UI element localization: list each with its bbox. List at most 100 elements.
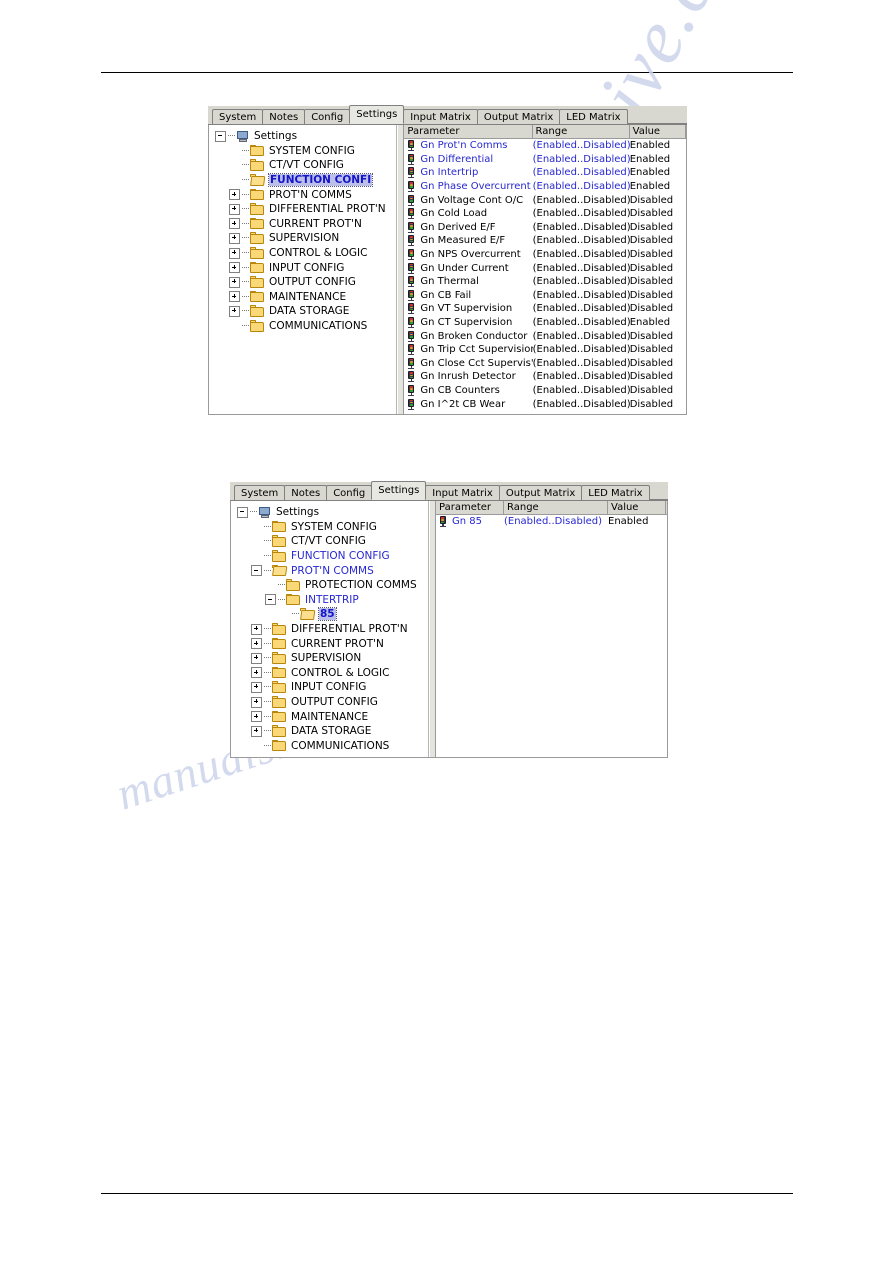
column-header-parameter[interactable]: Parameter (436, 501, 504, 514)
tree-node[interactable]: INPUT CONFIG (237, 680, 428, 695)
value-cell[interactable]: Disabled (630, 358, 686, 369)
tree-node[interactable]: CONTROL & LOGIC (237, 666, 428, 681)
expand-icon[interactable] (251, 725, 262, 737)
parameter-row[interactable]: Gn Trip Cct Supervision (Enabled..Disable… (404, 343, 686, 357)
value-cell[interactable]: Disabled (630, 371, 686, 382)
tab-input-matrix[interactable]: Input Matrix (425, 485, 500, 500)
column-header-range[interactable]: Range (504, 501, 608, 514)
tree-node[interactable]: INTERTRIP (237, 593, 428, 608)
expand-icon[interactable] (229, 203, 240, 215)
tree-node[interactable]: FUNCTION CONFIG (237, 549, 428, 564)
tree-node[interactable]: CT/VT CONFIG (237, 534, 428, 549)
settings-tree-2[interactable]: Settings SYSTEM CONFIG CT/VT CONFIG FUNCTIO… (231, 501, 428, 753)
tree-node[interactable]: INPUT CONFIG (215, 260, 396, 275)
pane-splitter-2[interactable] (429, 501, 436, 757)
expand-icon[interactable] (251, 681, 262, 693)
tree-node[interactable]: SYSTEM CONFIG (215, 144, 396, 159)
value-cell[interactable]: Enabled (630, 181, 686, 192)
parameter-row[interactable]: Gn Broken Conductor (Enabled..Disabled) Di… (404, 329, 686, 343)
expand-icon[interactable] (251, 667, 262, 679)
tree-node[interactable]: OUTPUT CONFIG (215, 275, 396, 290)
tree-node[interactable]: CURRENT PROT'N (215, 217, 396, 232)
parameter-row[interactable]: Gn Differential (Enabled..Disabled) Enable… (404, 153, 686, 167)
tree-node[interactable]: Settings (237, 505, 428, 520)
settings-tree-1[interactable]: Settings SYSTEM CONFIG CT/VT CONFIG FUNCTIO… (209, 125, 396, 333)
tree-node[interactable]: PROTECTION COMMS (237, 578, 428, 593)
parameter-row[interactable]: Gn CB Counters (Enabled..Disabled) Disable… (404, 384, 686, 398)
tree-node[interactable]: DATA STORAGE (215, 304, 396, 319)
parameter-row[interactable]: Gn CB Fail (Enabled..Disabled) Disabled (404, 289, 686, 303)
parameter-row[interactable]: Gn 85 (Enabled..Disabled) Enabled (436, 515, 667, 529)
value-cell[interactable]: Disabled (630, 399, 686, 410)
tab-config[interactable]: Config (326, 485, 373, 500)
tab-system[interactable]: System (234, 485, 286, 500)
pane-splitter-1[interactable] (397, 125, 405, 414)
value-cell[interactable]: Disabled (630, 249, 686, 260)
expand-icon[interactable] (229, 232, 240, 244)
tab-config[interactable]: Config (304, 109, 351, 124)
parameter-row[interactable]: Gn Cold Load (Enabled..Disabled) Disabled (404, 207, 686, 221)
value-cell[interactable]: Disabled (630, 344, 686, 355)
tree-node[interactable]: PROT'N COMMS (237, 563, 428, 578)
expand-icon[interactable] (229, 276, 240, 288)
tab-notes[interactable]: Notes (262, 109, 306, 124)
parameter-row[interactable]: Gn CT Supervision (Enabled..Disabled) Enab… (404, 316, 686, 330)
tree-node[interactable]: 85 (237, 607, 428, 622)
tab-system[interactable]: System (212, 109, 264, 124)
value-cell[interactable]: Disabled (630, 331, 686, 342)
tree-node[interactable]: COMMUNICATIONS (237, 739, 428, 754)
value-cell[interactable]: Enabled (630, 154, 686, 165)
expand-icon[interactable] (251, 623, 262, 635)
tab-input-matrix[interactable]: Input Matrix (403, 109, 478, 124)
tree-node[interactable]: SYSTEM CONFIG (237, 520, 428, 535)
parameter-row[interactable]: Gn Thermal (Enabled..Disabled) Disabled (404, 275, 686, 289)
tree-node[interactable]: PROT'N COMMS (215, 187, 396, 202)
column-header-value[interactable]: Value (608, 501, 666, 514)
tree-node[interactable]: DIFFERENTIAL PROT'N (215, 202, 396, 217)
parameter-row[interactable]: Gn I^2t CB Wear (Enabled..Disabled) Disabl… (404, 397, 686, 411)
expand-icon[interactable] (251, 711, 262, 723)
tree-node[interactable]: SUPERVISION (237, 651, 428, 666)
expand-icon[interactable] (229, 291, 240, 303)
tab-notes[interactable]: Notes (284, 485, 328, 500)
parameter-row[interactable]: Gn Prot'n Comms (Enabled..Disabled) Enable… (404, 139, 686, 153)
expand-icon[interactable] (251, 696, 262, 708)
expand-icon[interactable] (251, 652, 262, 664)
parameter-row[interactable]: Gn Under Current (Enabled..Disabled) Disab… (404, 261, 686, 275)
value-cell[interactable]: Disabled (630, 303, 686, 314)
parameter-row[interactable]: Gn Measured E/F (Enabled..Disabled) Disabl… (404, 234, 686, 248)
value-cell[interactable]: Disabled (630, 195, 686, 206)
value-cell[interactable]: Disabled (630, 276, 686, 287)
expand-icon[interactable] (229, 189, 240, 201)
collapse-icon[interactable] (215, 130, 226, 142)
tree-node[interactable]: DATA STORAGE (237, 724, 428, 739)
expand-icon[interactable] (229, 305, 240, 317)
tree-node[interactable]: DIFFERENTIAL PROT'N (237, 622, 428, 637)
expand-icon[interactable] (229, 247, 240, 259)
tab-led-matrix[interactable]: LED Matrix (559, 109, 628, 124)
tree-node[interactable]: MAINTENANCE (237, 709, 428, 724)
tree-node[interactable]: OUTPUT CONFIG (237, 695, 428, 710)
tree-node[interactable]: COMMUNICATIONS (215, 319, 396, 334)
tab-settings[interactable]: Settings (349, 105, 405, 124)
parameter-row[interactable]: Gn Derived E/F (Enabled..Disabled) Disable… (404, 221, 686, 235)
parameter-row[interactable]: Gn Intertrip (Enabled..Disabled) Enabled (404, 166, 686, 180)
parameter-row[interactable]: Gn NPS Overcurrent (Enabled..Disabled) Dis… (404, 248, 686, 262)
value-cell[interactable]: Disabled (630, 208, 686, 219)
value-cell[interactable]: Disabled (630, 263, 686, 274)
parameter-row[interactable]: Gn VT Supervision (Enabled..Disabled) Disa… (404, 302, 686, 316)
parameter-row[interactable]: Gn Inrush Detector (Enabled..Disabled) Dis… (404, 370, 686, 384)
tree-node[interactable]: CURRENT PROT'N (237, 636, 428, 651)
expand-icon[interactable] (251, 638, 262, 650)
tab-settings[interactable]: Settings (371, 481, 427, 500)
value-cell[interactable]: Enabled (630, 140, 686, 151)
value-cell[interactable]: Enabled (630, 317, 686, 328)
tab-led-matrix[interactable]: LED Matrix (581, 485, 650, 500)
tree-node[interactable]: CT/VT CONFIG (215, 158, 396, 173)
collapse-icon[interactable] (251, 565, 262, 577)
tree-node[interactable]: Settings (215, 129, 396, 144)
collapse-icon[interactable] (265, 594, 276, 606)
value-cell[interactable]: Disabled (630, 290, 686, 301)
tab-output-matrix[interactable]: Output Matrix (476, 109, 561, 124)
parameter-row[interactable]: Gn Voltage Cont O/C (Enabled..Disabled) Di… (404, 193, 686, 207)
